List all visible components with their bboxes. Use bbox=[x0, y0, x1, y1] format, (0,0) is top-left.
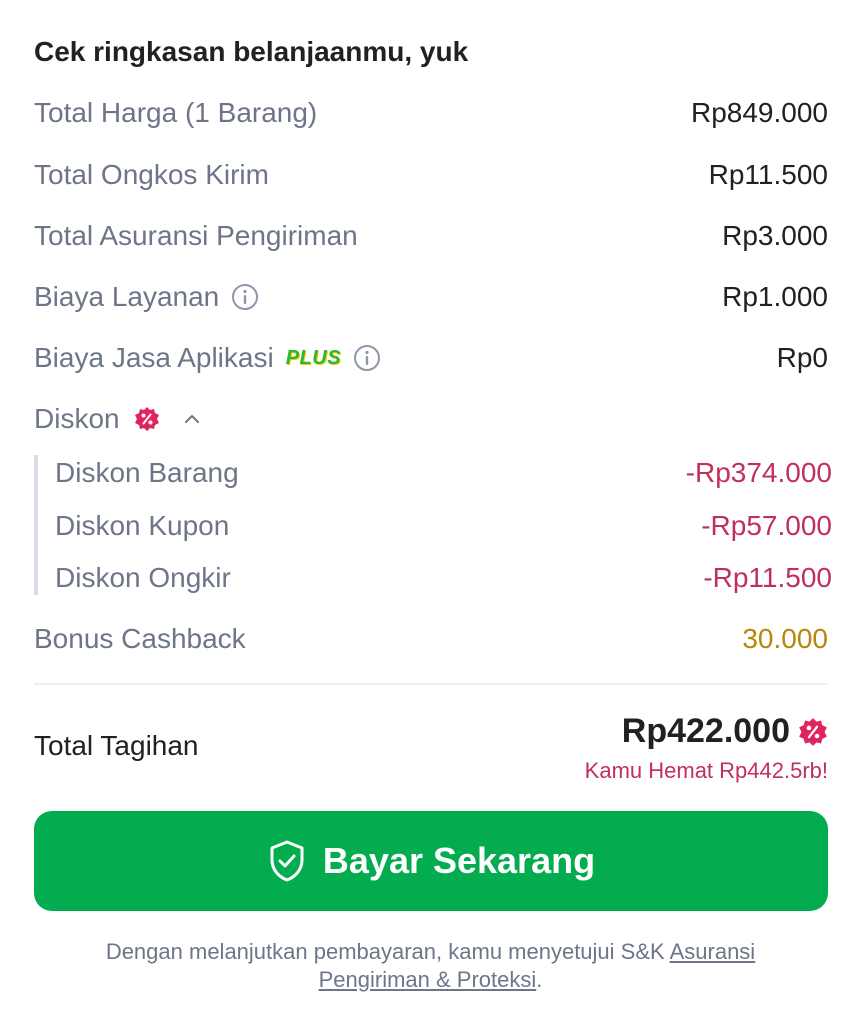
row-value: Rp11.500 bbox=[708, 159, 828, 190]
total-amount-wrap: Rp422.000 bbox=[622, 712, 828, 751]
plus-badge: PLUS bbox=[285, 346, 342, 369]
row-label: Biaya Jasa Aplikasi bbox=[34, 342, 274, 373]
row-label: Total Harga (1 Barang) bbox=[34, 97, 318, 128]
row-value: Rp0 bbox=[776, 342, 828, 373]
cashback-value: 30.000 bbox=[742, 623, 828, 654]
discount-item-value: -Rp11.500 bbox=[703, 562, 832, 593]
row-label: Total Asuransi Pengiriman bbox=[34, 220, 358, 251]
legal-text-body: Dengan melanjutkan pembayaran, kamu meny… bbox=[105, 939, 670, 964]
row-value: Rp1.000 bbox=[722, 281, 828, 312]
cashback-label: Bonus Cashback bbox=[34, 623, 246, 654]
legal-suffix: . bbox=[536, 967, 543, 992]
discount-item-label: Diskon Kupon bbox=[55, 510, 230, 541]
summary-row-asuransi: Total Asuransi Pengiriman Rp3.000 bbox=[34, 216, 828, 256]
discount-badge-icon bbox=[134, 407, 159, 431]
discount-list: Diskon Barang -Rp374.000 Diskon Kupon -R… bbox=[34, 455, 832, 595]
info-icon[interactable] bbox=[353, 344, 381, 372]
row-label-wrap: Biaya Layanan bbox=[34, 281, 259, 313]
summary-title: Cek ringkasan belanjaanmu, yuk bbox=[34, 36, 469, 67]
total-label: Total Tagihan bbox=[34, 730, 199, 761]
total-amount: Rp422.000 bbox=[621, 712, 790, 750]
info-icon[interactable] bbox=[231, 283, 259, 311]
discount-label-wrap[interactable]: Diskon bbox=[34, 403, 202, 435]
discount-item-ongkir: Diskon Ongkir -Rp11.500 bbox=[55, 558, 832, 598]
summary-row-jasa-aplikasi: Biaya Jasa Aplikasi PLUS Rp0 bbox=[34, 338, 828, 378]
discount-item-value: -Rp57.000 bbox=[701, 510, 832, 541]
chevron-up-icon[interactable] bbox=[182, 409, 202, 429]
discount-item-label: Diskon Barang bbox=[55, 457, 239, 488]
discount-item-kupon: Diskon Kupon -Rp57.000 bbox=[55, 506, 832, 546]
row-label: Biaya Layanan bbox=[34, 281, 220, 312]
pay-now-button[interactable]: Bayar Sekarang bbox=[34, 811, 828, 911]
cashback-row: Bonus Cashback 30.000 bbox=[34, 619, 828, 659]
pay-now-label: Bayar Sekarang bbox=[322, 840, 596, 881]
row-label-wrap: Biaya Jasa Aplikasi PLUS bbox=[34, 342, 381, 374]
discount-item-label: Diskon Ongkir bbox=[55, 562, 231, 593]
summary-row-ongkos-kirim: Total Ongkos Kirim Rp11.500 bbox=[34, 155, 828, 195]
savings-text: Kamu Hemat Rp442.5rb! bbox=[584, 758, 828, 783]
discount-label: Diskon bbox=[34, 403, 120, 434]
legal-text: Dengan melanjutkan pembayaran, kamu meny… bbox=[60, 938, 801, 994]
summary-row-total-harga: Total Harga (1 Barang) Rp849.000 bbox=[34, 93, 828, 133]
row-value: Rp849.000 bbox=[690, 97, 828, 128]
row-label: Total Ongkos Kirim bbox=[34, 159, 269, 190]
discount-item-barang: Diskon Barang -Rp374.000 bbox=[55, 453, 832, 493]
discount-header[interactable]: Diskon bbox=[34, 399, 828, 439]
row-value: Rp3.000 bbox=[722, 220, 828, 251]
summary-row-biaya-layanan: Biaya Layanan Rp1.000 bbox=[34, 277, 828, 317]
shield-check-icon bbox=[270, 840, 304, 882]
discount-badge-icon bbox=[799, 717, 827, 746]
discount-item-value: -Rp374.000 bbox=[685, 457, 832, 488]
divider bbox=[34, 683, 828, 685]
